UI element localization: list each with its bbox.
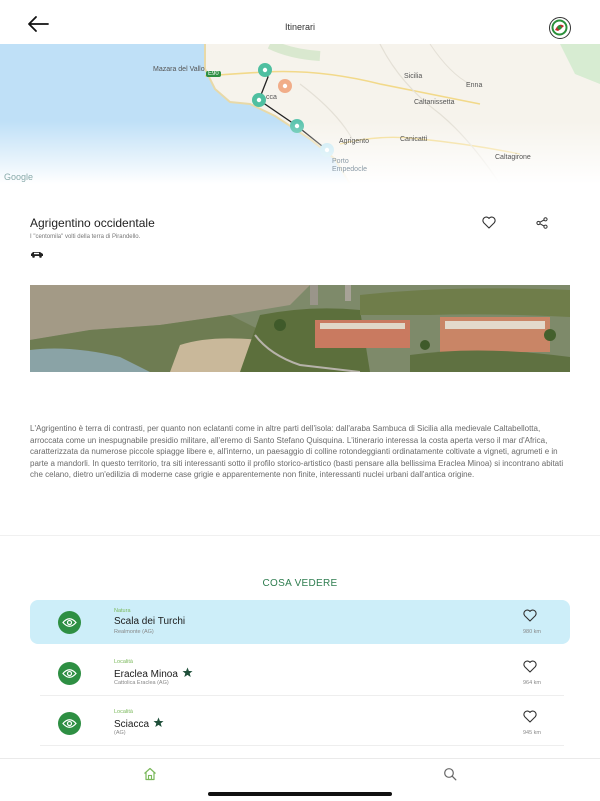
share-icon[interactable] (536, 216, 548, 234)
map-label-porto-empedocle: Porto Empedocle (332, 158, 368, 173)
itinerary-subtitle: I "centomila" volti della terra di Piran… (30, 234, 141, 240)
list-item[interactable]: Località Sciacca (AG) 945 km (30, 701, 570, 745)
item-distance: 945 km (522, 730, 541, 736)
home-indicator (208, 792, 392, 796)
favorite-heart-icon[interactable] (482, 216, 496, 234)
eye-icon[interactable] (58, 662, 81, 685)
itinerary-map[interactable]: Mazara del Vallo E90 Sicilia Caltanisset… (0, 44, 600, 184)
page-title: Itinerari (284, 22, 315, 32)
favorite-heart-icon[interactable] (523, 660, 537, 678)
map-label-e90: E90 (206, 71, 221, 77)
section-divider (0, 535, 600, 536)
search-tab-icon[interactable] (443, 767, 457, 786)
item-location: Realmonte (AG) (114, 629, 154, 635)
star-icon (153, 717, 164, 731)
item-name: Sciacca (114, 717, 164, 731)
list-item[interactable]: Natura Scala dei Turchi Realmonte (AG) 9… (30, 600, 570, 644)
item-name: Scala dei Turchi (114, 616, 185, 627)
favorite-heart-icon[interactable] (523, 710, 537, 728)
map-label-sciacca: cca (266, 94, 277, 101)
section-title-cosa-vedere: COSA VEDERE (262, 578, 338, 589)
map-label-canicatti: Canicattì (400, 136, 428, 143)
item-name-text: Eraclea Minoa (114, 669, 178, 680)
item-name: Eraclea Minoa (114, 667, 193, 681)
top-bar: Itinerari (0, 0, 600, 44)
map-label-agrigento: Agrigento (339, 138, 369, 145)
itinerary-photo (30, 285, 570, 372)
map-label-caltanissetta: Caltanissetta (414, 99, 455, 106)
map-attribution: Google (4, 172, 34, 182)
item-category: Natura (114, 608, 131, 614)
item-name-text: Scala dei Turchi (114, 616, 186, 627)
favorite-heart-icon[interactable] (523, 609, 537, 627)
map-label-enna: Enna (466, 82, 483, 89)
item-name-text: Sciacca (114, 719, 150, 730)
item-location: (AG) (114, 730, 126, 736)
item-distance: 980 km (522, 629, 541, 635)
list-separator (40, 695, 564, 696)
itinerary-description: L'Agrigentino è terra di contrasti, per … (30, 424, 564, 479)
item-distance: 964 km (522, 680, 541, 686)
map-label-sicilia: Sicilia (404, 73, 423, 80)
avatar-icon[interactable] (549, 17, 571, 39)
list-item[interactable]: Località Eraclea Minoa Cattolica Eraclea… (30, 651, 570, 695)
itinerary-title: Agrigentino occidentale (30, 216, 155, 230)
map-label-caltagirone: Caltagirone (495, 154, 531, 161)
home-tab-icon[interactable] (143, 767, 157, 786)
item-category: Località (114, 709, 133, 715)
car-icon (30, 245, 44, 263)
item-location: Cattolica Eraclea (AG) (114, 680, 169, 686)
eye-icon[interactable] (58, 611, 81, 634)
star-icon (182, 667, 193, 681)
eye-icon[interactable] (58, 712, 81, 735)
item-category: Località (114, 659, 133, 665)
list-separator (40, 745, 564, 746)
map-label-mazara: Mazara del Vallo (153, 66, 205, 73)
